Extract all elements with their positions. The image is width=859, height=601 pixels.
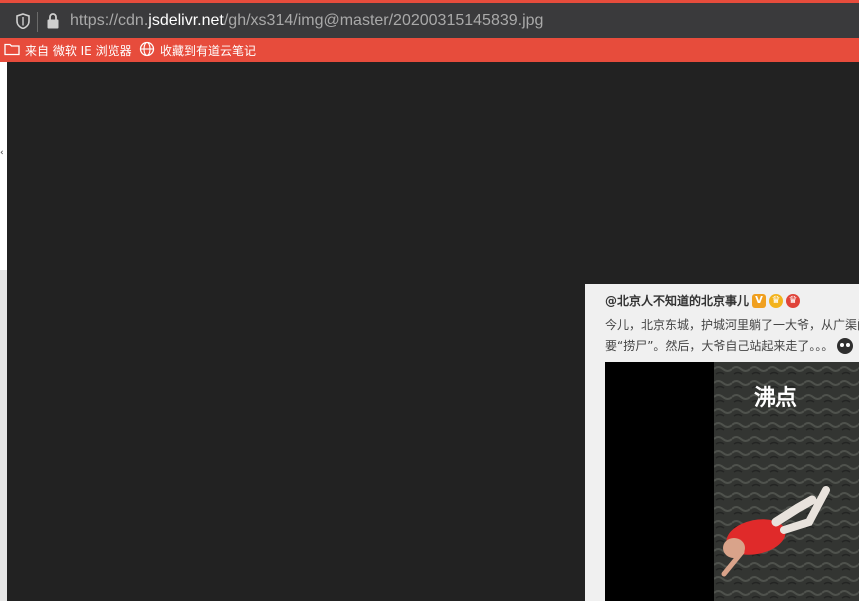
url-text[interactable]: https://cdn.jsdelivr.net/gh/xs314/img@ma… <box>70 12 543 30</box>
weibo-post-card: @北京人不知道的北京事儿 V ♛ ♛ 今儿，北京东城，护城河里躺了一大爷，从广渠… <box>585 284 859 601</box>
left-panel-edge: ‹ <box>0 62 7 601</box>
url-domain: jsdelivr.net <box>148 12 224 29</box>
address-bar-divider <box>37 12 38 32</box>
lock-icon[interactable] <box>46 12 60 30</box>
crown-icon: ♛ <box>769 293 784 308</box>
tracking-protection-shield-icon[interactable] <box>16 13 30 30</box>
bookmarks-toolbar: 来自 微软 IE 浏览器 收藏到有道云笔记 <box>0 38 859 62</box>
bookmark-label: 来自 微软 IE 浏览器 <box>25 43 132 58</box>
left-panel-lower <box>0 270 7 601</box>
video-watermark: 沸点 <box>754 386 797 411</box>
face-emoji-icon <box>837 337 854 354</box>
post-text-line-2: 要“捞尸”。然后，大爷自己站起来走了。。。 <box>605 337 854 354</box>
address-bar[interactable]: https://cdn.jsdelivr.net/gh/xs314/img@ma… <box>0 0 859 38</box>
post-video[interactable]: 沸点 <box>605 362 859 601</box>
post-text-line-2-content: 要“捞尸”。然后，大爷自己站起来走了。。。 <box>605 339 834 353</box>
level-badge-icon: ♛ <box>786 293 801 308</box>
url-prefix: https://cdn. <box>70 12 149 29</box>
url-path: /gh/xs314/img@master/20200315145839.jpg <box>223 12 544 29</box>
bookmark-youdao-note[interactable]: 收藏到有道云笔记 <box>139 41 256 59</box>
left-panel-upper <box>0 62 7 270</box>
bookmark-label: 收藏到有道云笔记 <box>160 43 257 58</box>
left-panel-arrow-icon: ‹ <box>0 148 4 158</box>
folder-icon <box>4 42 20 59</box>
verified-v-icon: V <box>752 293 767 308</box>
video-frame: 沸点 <box>714 362 859 601</box>
globe-icon <box>139 41 155 60</box>
post-author[interactable]: @北京人不知道的北京事儿 V ♛ ♛ <box>605 292 801 309</box>
bookmark-ie-folder[interactable]: 来自 微软 IE 浏览器 <box>4 41 132 59</box>
post-text-line-1: 今儿，北京东城，护城河里躺了一大爷，从广渠门 <box>605 318 859 332</box>
author-name: @北京人不知道的北京事儿 <box>605 294 750 308</box>
